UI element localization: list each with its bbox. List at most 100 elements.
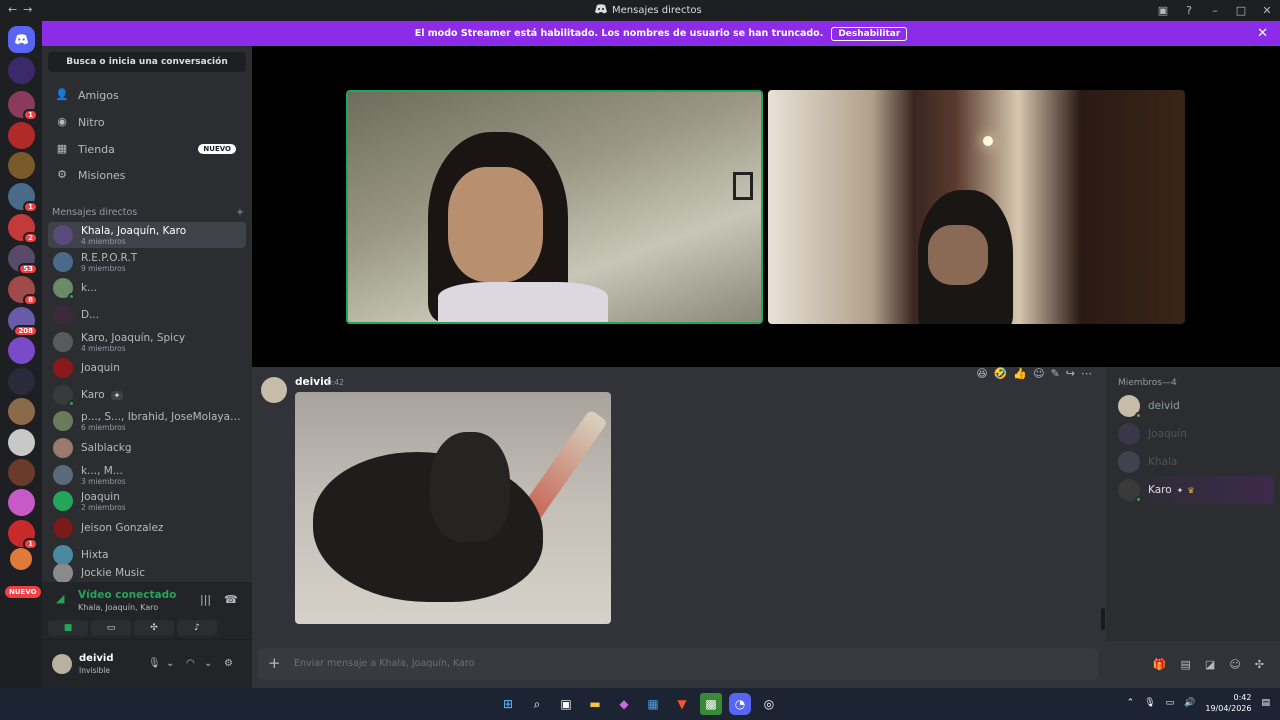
member-item[interactable]: Joaquín: [1112, 420, 1274, 448]
notification-icon[interactable]: ▤: [1261, 698, 1270, 708]
store-icon[interactable]: ▦: [642, 693, 664, 715]
chevron-up-icon[interactable]: ⌃: [1127, 698, 1135, 708]
server-icon[interactable]: 8: [8, 276, 38, 306]
inbox-icon[interactable]: ▣: [1150, 0, 1176, 21]
server-icon[interactable]: 1: [8, 183, 38, 213]
member-item[interactable]: Karo ✦ ♛: [1112, 476, 1274, 504]
server-icon[interactable]: [10, 548, 32, 570]
thumbs-up-icon[interactable]: 👍: [1013, 367, 1027, 380]
dm-item[interactable]: k...: [48, 275, 246, 301]
avatar[interactable]: [52, 654, 72, 674]
member-item[interactable]: Khala: [1112, 448, 1274, 476]
noise-suppression-icon[interactable]: |||: [200, 593, 211, 606]
nav-quests[interactable]: ⚙ Misiones: [50, 163, 246, 187]
copilot-icon[interactable]: ◆: [613, 693, 635, 715]
message-input[interactable]: + Enviar mensaje a Khala, Joaquín, Karo: [258, 648, 1098, 680]
dm-item[interactable]: Khala, Joaquín, Karo 4 miembros: [48, 222, 246, 248]
gif-icon[interactable]: ▤: [1181, 658, 1191, 671]
server-icon[interactable]: [8, 122, 35, 149]
brave-browser-icon[interactable]: ▼: [671, 693, 693, 715]
settings-gear-icon[interactable]: ⚙: [224, 658, 233, 669]
more-icon[interactable]: ⋯: [1081, 367, 1092, 380]
dm-item[interactable]: R.E.P.O.R.T 9 miembros: [48, 249, 246, 275]
emoji-icon[interactable]: ☺: [1229, 658, 1240, 671]
add-attachment-icon[interactable]: +: [268, 654, 281, 672]
server-icon[interactable]: [8, 152, 35, 179]
edit-icon[interactable]: ✎: [1051, 367, 1060, 380]
server-icon[interactable]: 53: [8, 245, 38, 275]
clock[interactable]: 0:42 19/04/2026: [1205, 692, 1251, 714]
voice-channel[interactable]: Khala, Joaquín, Karo: [78, 603, 158, 612]
add-dm-icon[interactable]: +: [236, 207, 244, 218]
microphone-icon[interactable]: 🎙: [148, 658, 161, 669]
network-icon[interactable]: ▭: [1166, 698, 1175, 708]
dm-item[interactable]: Joaquin: [48, 355, 246, 381]
server-icon[interactable]: [8, 337, 35, 364]
server-icon[interactable]: 1: [8, 520, 38, 550]
message-image-attachment[interactable]: [295, 392, 611, 624]
windows-start-icon[interactable]: ⊞: [497, 693, 519, 715]
server-avatar[interactable]: [8, 57, 35, 84]
server-icon[interactable]: 1: [8, 91, 38, 121]
member-item[interactable]: deivid: [1112, 392, 1274, 420]
search-conversation-button[interactable]: Busca o inicia una conversación: [48, 52, 246, 72]
microphone-icon[interactable]: 🎙: [1144, 698, 1155, 708]
close-window-button[interactable]: ✕: [1254, 0, 1280, 21]
scrollbar[interactable]: [1101, 608, 1105, 630]
activities-button[interactable]: ✣: [134, 620, 174, 636]
dm-item[interactable]: Karo ✦: [48, 382, 246, 408]
dm-item[interactable]: Jeison Gonzalez: [48, 515, 246, 541]
dm-item[interactable]: Jockie Music: [48, 564, 246, 582]
voice-status[interactable]: Vídeo conectado: [78, 589, 176, 601]
nav-nitro[interactable]: ◉ Nitro: [50, 110, 246, 134]
dm-item[interactable]: Karo, Joaquín, Spicy 4 miembros: [48, 329, 246, 355]
apps-icon[interactable]: ✣: [1255, 658, 1264, 671]
signal-icon[interactable]: ◢: [56, 592, 64, 605]
sticker-icon[interactable]: ◪: [1205, 658, 1215, 671]
camera-button[interactable]: ■: [48, 620, 88, 636]
dm-item[interactable]: Joaquin 2 miembros: [48, 488, 246, 514]
server-icon[interactable]: [8, 489, 35, 516]
minecraft-icon[interactable]: ▩: [700, 693, 722, 715]
dm-item[interactable]: Salblackg: [48, 435, 246, 461]
video-tile[interactable]: [768, 90, 1185, 324]
emoji-reaction-icon[interactable]: 🤣: [994, 367, 1008, 380]
emoji-reaction-icon[interactable]: 😆: [976, 367, 987, 380]
minimize-button[interactable]: –: [1202, 0, 1228, 21]
message-author[interactable]: deivid: [295, 376, 331, 388]
server-icon[interactable]: 208: [8, 307, 38, 337]
avatar[interactable]: [261, 377, 287, 403]
server-icon[interactable]: [8, 459, 35, 486]
forward-icon[interactable]: ↪: [1066, 367, 1075, 380]
task-view-icon[interactable]: ▣: [555, 693, 577, 715]
close-icon[interactable]: ✕: [1257, 26, 1268, 41]
home-button[interactable]: [8, 26, 35, 53]
gift-icon[interactable]: 🎁: [1153, 658, 1167, 671]
chevron-down-icon[interactable]: ⌄: [204, 658, 212, 669]
steam-icon[interactable]: ◎: [758, 693, 780, 715]
maximize-button[interactable]: □: [1228, 0, 1254, 21]
dm-item[interactable]: k..., M... 3 miembros: [48, 462, 246, 488]
soundboard-button[interactable]: ♪: [177, 620, 217, 636]
discord-app-icon[interactable]: ◔: [729, 693, 751, 715]
server-icon[interactable]: [8, 368, 35, 395]
disconnect-icon[interactable]: ☎: [224, 593, 238, 606]
search-icon[interactable]: ⌕: [526, 693, 548, 715]
dm-item[interactable]: D...: [48, 302, 246, 328]
new-badge[interactable]: NUEVO: [5, 586, 41, 598]
add-reaction-icon[interactable]: ☺: [1033, 367, 1044, 380]
disable-streamer-button[interactable]: Deshabilitar: [831, 26, 908, 41]
help-icon[interactable]: ?: [1176, 0, 1202, 21]
username[interactable]: deivid: [79, 653, 113, 664]
back-forward-arrows[interactable]: ←→: [8, 3, 38, 16]
screen-share-button[interactable]: ▭: [91, 620, 131, 636]
headphones-icon[interactable]: ◠: [186, 658, 195, 669]
server-icon[interactable]: [8, 429, 35, 456]
server-icon[interactable]: 2: [8, 214, 38, 244]
volume-icon[interactable]: 🔊: [1184, 698, 1195, 708]
video-tile-speaking[interactable]: [346, 90, 763, 324]
nav-friends[interactable]: 👤 Amigos: [50, 83, 246, 107]
chevron-down-icon[interactable]: ⌄: [166, 658, 174, 669]
message-placeholder[interactable]: Enviar mensaje a Khala, Joaquín, Karo: [294, 658, 474, 669]
file-explorer-icon[interactable]: ▬: [584, 693, 606, 715]
